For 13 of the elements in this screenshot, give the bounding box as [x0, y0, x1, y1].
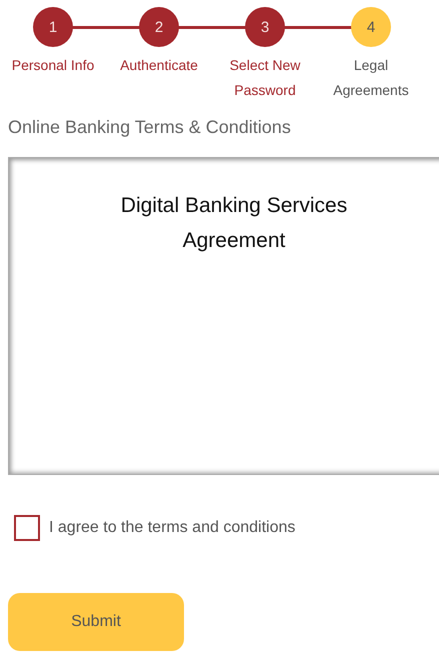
step-circle: 1	[33, 7, 73, 47]
step-label: Personal Info	[10, 56, 96, 75]
step-label: Authenticate	[119, 56, 199, 75]
document-title: Digital Banking Services Agreement	[120, 193, 348, 254]
step-label: Legal Agreements	[332, 56, 410, 100]
step-circle: 4	[351, 7, 391, 47]
agree-checkbox[interactable]	[14, 515, 40, 541]
agree-label: I agree to the terms and conditions	[49, 519, 296, 537]
submit-button[interactable]: Submit	[8, 593, 184, 651]
section-title: Online Banking Terms & Conditions	[8, 117, 292, 138]
step-circle: 2	[139, 7, 179, 47]
step-label: Select New Password	[228, 56, 302, 100]
step-circle: 3	[245, 7, 285, 47]
